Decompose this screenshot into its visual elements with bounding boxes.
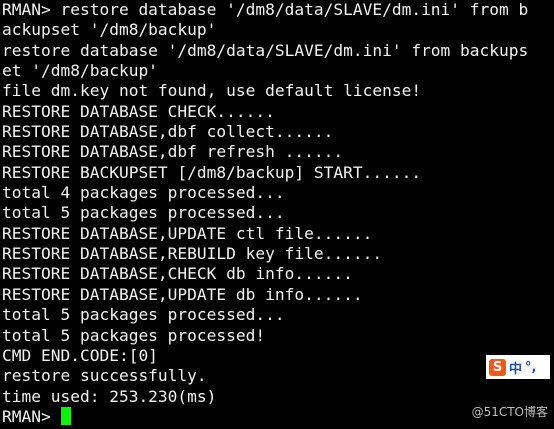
terminal-line: total 4 packages processed...: [2, 183, 285, 203]
terminal-line: RESTORE DATABASE,UPDATE db info......: [2, 284, 363, 304]
terminal-line: RESTORE DATABASE,UPDATE ctl file......: [2, 223, 373, 243]
ime-language-toggle[interactable]: 中: [509, 358, 522, 377]
sogou-logo-icon[interactable]: S: [489, 358, 506, 376]
ime-toolbar[interactable]: S 中 °,: [486, 355, 550, 379]
terminal-line: RESTORE DATABASE CHECK......: [2, 101, 275, 121]
terminal-line: RESTORE DATABASE,dbf refresh ......: [2, 142, 344, 162]
terminal-line: et '/dm8/backup': [2, 61, 158, 81]
terminal-line: RESTORE DATABASE,REBUILD key file......: [2, 244, 383, 264]
terminal-line: RESTORE DATABASE,CHECK db info......: [2, 264, 353, 284]
terminal-line: CMD END.CODE:[0]: [2, 345, 158, 365]
cursor[interactable]: [61, 406, 72, 425]
terminal-line: total 5 packages processed!: [2, 325, 266, 345]
prompt: RMAN>: [2, 406, 61, 426]
terminal-line: restore successfully.: [2, 366, 207, 386]
watermark: @51CTO博客: [471, 405, 548, 419]
terminal-line: restore database '/dm8/data/SLAVE/dm.ini…: [2, 40, 529, 60]
terminal-line: total 5 packages processed...: [2, 203, 285, 223]
terminal-line: file dm.key not found, use default licen…: [2, 81, 422, 101]
terminal-line: total 5 packages processed...: [2, 305, 285, 325]
terminal-line: RESTORE DATABASE,dbf collect......: [2, 122, 334, 142]
terminal-output[interactable]: RMAN> restore database '/dm8/data/SLAVE/…: [2, 0, 554, 429]
terminal-line: RMAN> restore database '/dm8/data/SLAVE/…: [2, 0, 529, 19]
terminal-line: RESTORE BACKUPSET [/dm8/backup] START...…: [2, 162, 422, 182]
terminal-line: ackupset '/dm8/backup': [2, 20, 217, 40]
ime-punctuation-toggle[interactable]: °,: [525, 360, 536, 375]
